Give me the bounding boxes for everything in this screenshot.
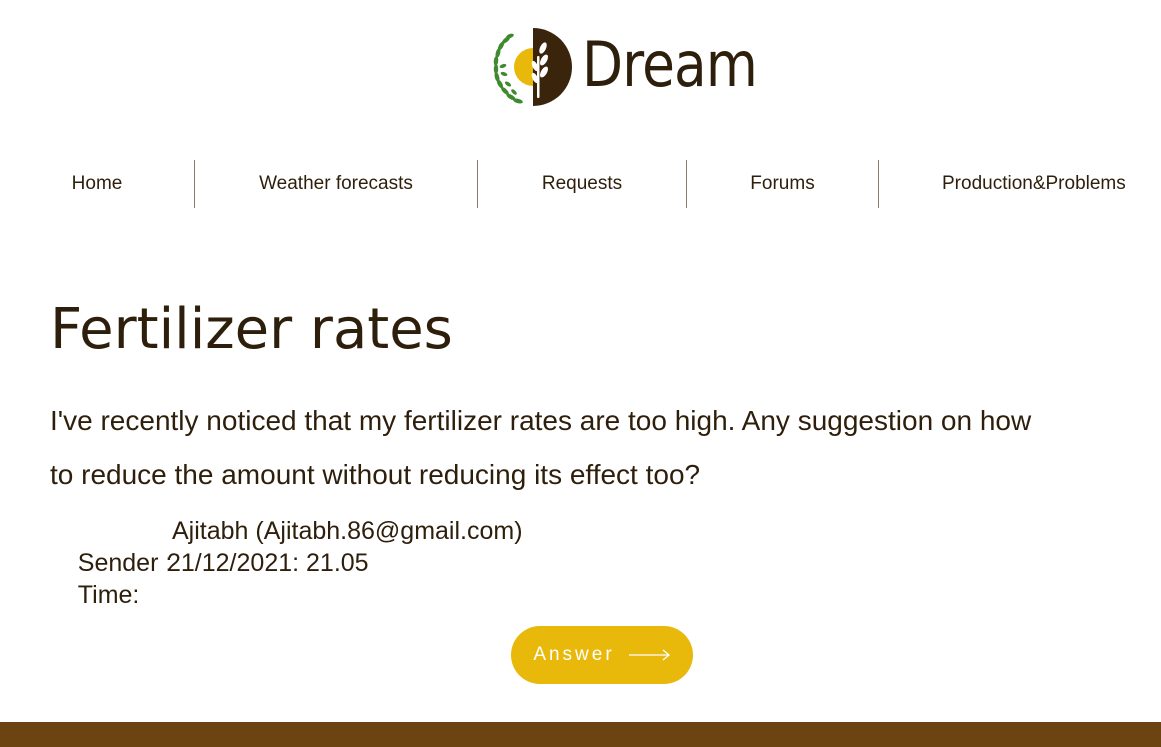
nav-item-production-problems[interactable]: Production&Problems [879,160,1161,208]
answer-button-label: Answer [533,644,615,665]
sender-value: Ajitabh (Ajitabh.86@gmail.com) [172,517,523,545]
answer-button[interactable]: Answer [511,626,693,684]
footer-bar [0,722,1161,747]
nav-item-forums[interactable]: Forums [687,160,878,208]
nav-item-weather-forecasts[interactable]: Weather forecasts [195,160,477,208]
question-body: I've recently noticed that my fertilizer… [50,405,1032,490]
brand-name: Dream [582,28,758,101]
nav-item-requests[interactable]: Requests [478,160,686,208]
time-value: 21/12/2021: 21.05 [167,549,369,577]
page: Dream Home Weather forecasts Requests Fo… [0,0,1161,747]
sender-row: Sender : Ajitabh (Ajitabh.86@gmail.com) [50,515,750,577]
wheat-sun-logo-icon [493,28,572,106]
page-title: Fertilizer rates [50,297,453,362]
nav-item-home[interactable]: Home [0,160,194,208]
arrow-right-icon [628,649,670,661]
main-nav: Home Weather forecasts Requests Forums P… [0,160,1161,208]
time-label: Time: [77,581,140,609]
time-row: Time: 21/12/2021: 21.05 [50,547,750,609]
site-logo[interactable]: Dream [492,26,785,108]
